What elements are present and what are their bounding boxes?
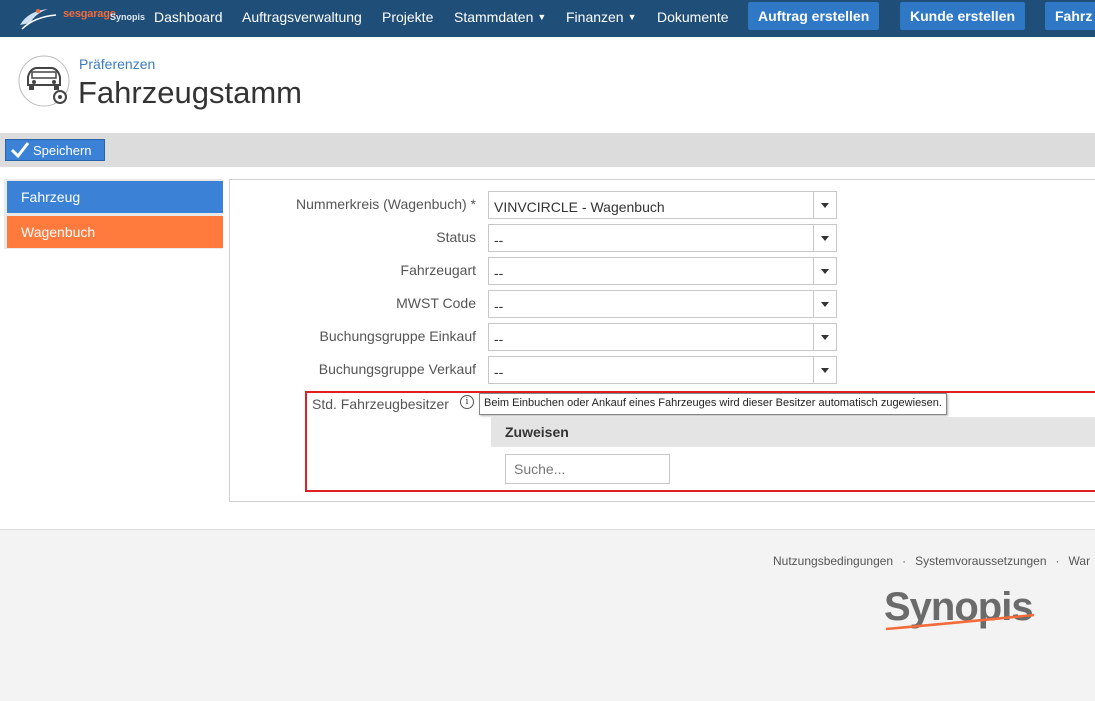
field-label-nummerkreis: Nummerkreis (Wagenbuch) * bbox=[296, 196, 476, 212]
mwst-code-select[interactable]: -- bbox=[488, 290, 837, 318]
buchungsgruppe-einkauf-select[interactable]: -- bbox=[488, 323, 837, 351]
caret-down-icon: ▼ bbox=[537, 12, 547, 22]
nav-finanzen-label: Finanzen bbox=[566, 9, 624, 25]
footer-link-terms[interactable]: Nutzungsbedingungen bbox=[773, 554, 893, 568]
fahrzeugart-select[interactable]: -- bbox=[488, 257, 837, 285]
fahrzeugart-value: -- bbox=[494, 265, 504, 281]
field-label-fahrzeugart: Fahrzeugart bbox=[400, 262, 476, 278]
nav-dokumente[interactable]: Dokumente bbox=[657, 9, 729, 25]
synopis-logo: Synopis bbox=[884, 585, 1044, 635]
brand-logo[interactable]: sesgarage Synopis bbox=[18, 3, 145, 33]
toolbar: Speichern bbox=[0, 133, 1095, 167]
chevron-down-icon bbox=[813, 324, 836, 350]
chevron-down-icon bbox=[813, 357, 836, 383]
top-navbar: sesgarage Synopis Dashboard Auftragsverw… bbox=[0, 0, 1095, 37]
sidebar-item-wagenbuch[interactable]: Wagenbuch bbox=[7, 216, 223, 248]
field-label-buchungsgruppe-einkauf: Buchungsgruppe Einkauf bbox=[319, 328, 476, 344]
create-order-button[interactable]: Auftrag erstellen bbox=[748, 2, 880, 30]
footer: Nutzungsbedingungen · Systemvoraussetzunge… bbox=[0, 529, 1095, 701]
save-button[interactable]: Speichern bbox=[5, 139, 105, 161]
create-customer-button[interactable]: Kunde erstellen bbox=[900, 2, 1026, 30]
sidebar: Fahrzeug Wagenbuch bbox=[4, 179, 223, 249]
owner-search-input[interactable] bbox=[505, 454, 670, 484]
footer-links: Nutzungsbedingungen · Systemvoraussetzunge… bbox=[773, 554, 1090, 568]
footer-separator: · bbox=[902, 554, 907, 568]
brand-name: sesgarage bbox=[63, 8, 116, 20]
buchungsgruppe-verkauf-value: -- bbox=[494, 364, 504, 380]
nav-finanzen[interactable]: Finanzen ▼ bbox=[566, 9, 637, 25]
nummerkreis-select[interactable]: VINVCIRCLE - Wagenbuch bbox=[488, 191, 837, 219]
vehicle-settings-icon bbox=[18, 55, 70, 107]
chevron-down-icon bbox=[813, 258, 836, 284]
chevron-down-icon bbox=[813, 291, 836, 317]
footer-link-requirements[interactable]: Systemvoraussetzungen bbox=[915, 554, 1046, 568]
default-owner-section: Std. Fahrzeugbesitzer i Beim Einbuchen o… bbox=[305, 391, 1095, 492]
field-label-status: Status bbox=[436, 229, 476, 245]
owner-tooltip: Beim Einbuchen oder Ankauf eines Fahrzeu… bbox=[479, 393, 947, 415]
info-icon[interactable]: i bbox=[460, 395, 474, 409]
synopis-swoosh-icon bbox=[885, 613, 1035, 631]
nav-stammdaten-label: Stammdaten bbox=[454, 9, 534, 25]
checkmark-icon bbox=[10, 142, 30, 159]
field-label-mwst-code: MWST Code bbox=[396, 295, 476, 311]
form-panel: Nummerkreis (Wagenbuch) * VINVCIRCLE - W… bbox=[229, 179, 1095, 502]
nav-projekte[interactable]: Projekte bbox=[382, 9, 433, 25]
footer-separator: · bbox=[1055, 554, 1060, 568]
nav-auftragsverwaltung[interactable]: Auftragsverwaltung bbox=[242, 9, 362, 25]
status-select[interactable]: -- bbox=[488, 224, 837, 252]
chevron-down-icon bbox=[813, 192, 836, 218]
mwst-code-value: -- bbox=[494, 298, 504, 314]
assign-header[interactable]: Zuweisen bbox=[491, 417, 1095, 447]
page-title: Fahrzeugstamm bbox=[78, 75, 302, 110]
caret-down-icon: ▼ bbox=[627, 12, 637, 22]
field-label-buchungsgruppe-verkauf: Buchungsgruppe Verkauf bbox=[318, 361, 476, 377]
save-button-label: Speichern bbox=[33, 143, 92, 158]
sesgarage-logo-icon bbox=[20, 9, 57, 30]
sidebar-item-fahrzeug[interactable]: Fahrzeug bbox=[7, 181, 223, 213]
buchungsgruppe-verkauf-select[interactable]: -- bbox=[488, 356, 837, 384]
main-content: Fahrzeug Wagenbuch Nummerkreis (Wagenbuc… bbox=[0, 167, 1095, 529]
owner-label: Std. Fahrzeugbesitzer bbox=[312, 396, 449, 412]
brand-subtitle: Synopis bbox=[110, 12, 146, 22]
nummerkreis-value: VINVCIRCLE - Wagenbuch bbox=[494, 199, 665, 215]
nav-stammdaten[interactable]: Stammdaten ▼ bbox=[454, 9, 546, 25]
breadcrumb[interactable]: Präferenzen bbox=[79, 56, 155, 72]
footer-link-war[interactable]: War bbox=[1069, 554, 1091, 568]
status-value: -- bbox=[494, 232, 504, 248]
page-header: Präferenzen Fahrzeugstamm bbox=[0, 37, 1095, 133]
nav-dashboard[interactable]: Dashboard bbox=[154, 9, 223, 25]
create-vehicle-button[interactable]: Fahrz bbox=[1045, 2, 1095, 30]
buchungsgruppe-einkauf-value: -- bbox=[494, 331, 504, 347]
chevron-down-icon bbox=[813, 225, 836, 251]
